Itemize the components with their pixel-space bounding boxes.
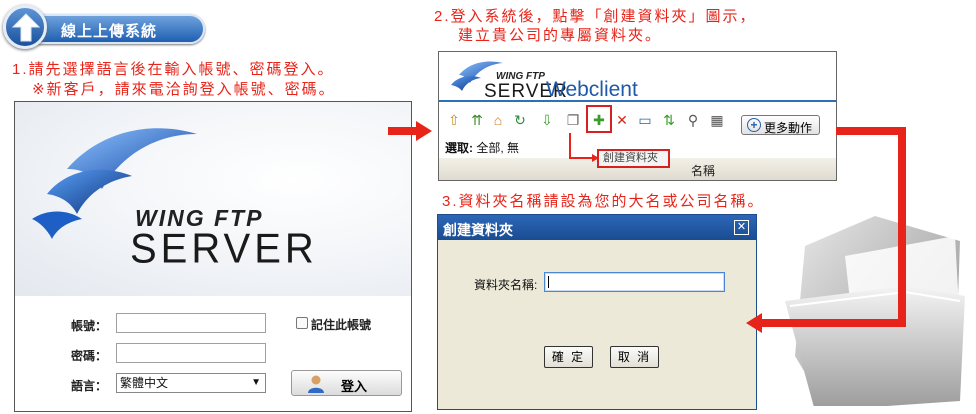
arrow-left-icon xyxy=(746,127,906,333)
guide-arrows xyxy=(388,121,906,333)
arrow-right-icon xyxy=(388,121,432,141)
